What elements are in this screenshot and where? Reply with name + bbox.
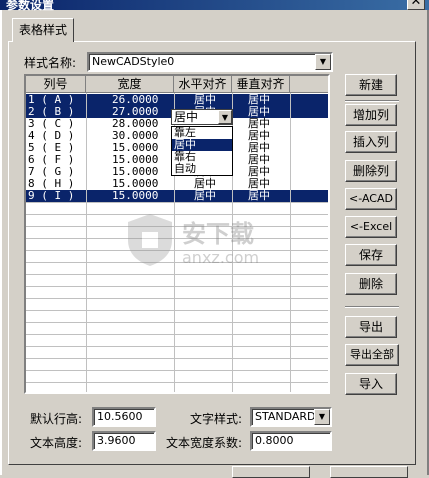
cell-v-align[interactable]: 居中 — [248, 190, 270, 202]
option-auto[interactable]: 自动 — [172, 163, 232, 175]
grid-line — [26, 370, 328, 371]
style-name-combo[interactable]: NewCADStyle0 ▼ — [87, 52, 333, 72]
style-name-label: 样式名称: — [24, 56, 77, 70]
export-button[interactable]: 导出 — [345, 316, 397, 338]
cell-col-number[interactable]: 9 ( I ) — [28, 190, 74, 202]
header-width[interactable]: 宽度 — [86, 76, 174, 93]
cell-width[interactable]: 15.0000 — [112, 190, 158, 202]
chevron-down-icon[interactable]: ▼ — [315, 54, 331, 70]
grid-line — [26, 226, 328, 227]
grid-line — [26, 202, 328, 203]
import-button[interactable]: 导入 — [345, 373, 397, 395]
header-h-align[interactable]: 水平对齐 — [174, 76, 232, 93]
text-width-factor-input[interactable]: 0.8000 — [250, 431, 332, 451]
text-style-combo[interactable]: STANDARD ▼ — [250, 407, 332, 427]
from-acad-button[interactable]: <-ACAD — [345, 188, 397, 210]
header-spacer — [290, 76, 328, 93]
grid-line — [26, 298, 328, 299]
grid-line — [26, 382, 328, 383]
grid-line — [26, 346, 328, 347]
grid-line — [26, 238, 328, 239]
text-height-input[interactable]: 3.9600 — [92, 431, 156, 451]
delete-button[interactable]: 删除 — [345, 273, 397, 295]
style-name-value: NewCADStyle0 — [92, 55, 175, 68]
new-button[interactable]: 新建 — [345, 74, 397, 96]
save-button[interactable]: 保存 — [345, 244, 397, 266]
text-width-factor-label: 文本宽度系数: — [166, 436, 243, 450]
text-height-label: 文本高度: — [30, 436, 83, 450]
cancel-button[interactable] — [330, 466, 408, 478]
grid-line — [26, 286, 328, 287]
chevron-down-icon[interactable]: ▼ — [314, 409, 330, 425]
grid-line — [26, 274, 328, 275]
delete-column-button[interactable]: 删除列 — [345, 160, 397, 182]
h-align-combo-value: 居中 — [174, 110, 199, 124]
title-bar: 参数设置 — [0, 0, 429, 12]
row-height-input[interactable]: 10.5600 — [92, 407, 156, 427]
h-align-option-list: 靠左 居中 靠右 自动 — [171, 126, 233, 176]
grid-line — [290, 93, 291, 392]
window-title: 参数设置 — [6, 0, 55, 12]
grid-line — [26, 334, 328, 335]
add-column-button[interactable]: 增加列 — [345, 104, 397, 126]
text-style-value: STANDARD — [255, 410, 316, 423]
close-button[interactable]: ✕ — [407, 0, 425, 10]
row-height-label: 默认行高: — [30, 412, 83, 426]
header-col-number[interactable]: 列号 — [26, 76, 86, 93]
grid-line — [26, 214, 328, 215]
divider — [345, 100, 399, 102]
grid-line — [26, 322, 328, 323]
grid-line — [86, 93, 87, 392]
insert-column-button[interactable]: 插入列 — [345, 131, 397, 153]
grid-line — [26, 358, 328, 359]
ok-button[interactable] — [232, 466, 310, 478]
grid-line — [26, 250, 328, 251]
header-v-align[interactable]: 垂直对齐 — [232, 76, 290, 93]
h-align-combo[interactable]: 居中 ▼ — [171, 109, 233, 125]
export-all-button[interactable]: 导出全部 — [345, 344, 399, 366]
cell-h-align[interactable]: 居中 — [194, 190, 216, 202]
window-frame-left — [0, 10, 2, 475]
tab-table-style[interactable]: 表格样式 — [12, 18, 74, 42]
from-excel-button[interactable]: <-Excel — [345, 216, 397, 238]
divider — [345, 306, 399, 308]
table-row[interactable]: 9 ( I ) 15.0000 居中 居中 — [26, 190, 328, 202]
grid-line — [26, 262, 328, 263]
text-style-label: 文字样式: — [190, 412, 243, 426]
grid-line — [26, 310, 328, 311]
chevron-down-icon[interactable]: ▼ — [218, 110, 232, 124]
